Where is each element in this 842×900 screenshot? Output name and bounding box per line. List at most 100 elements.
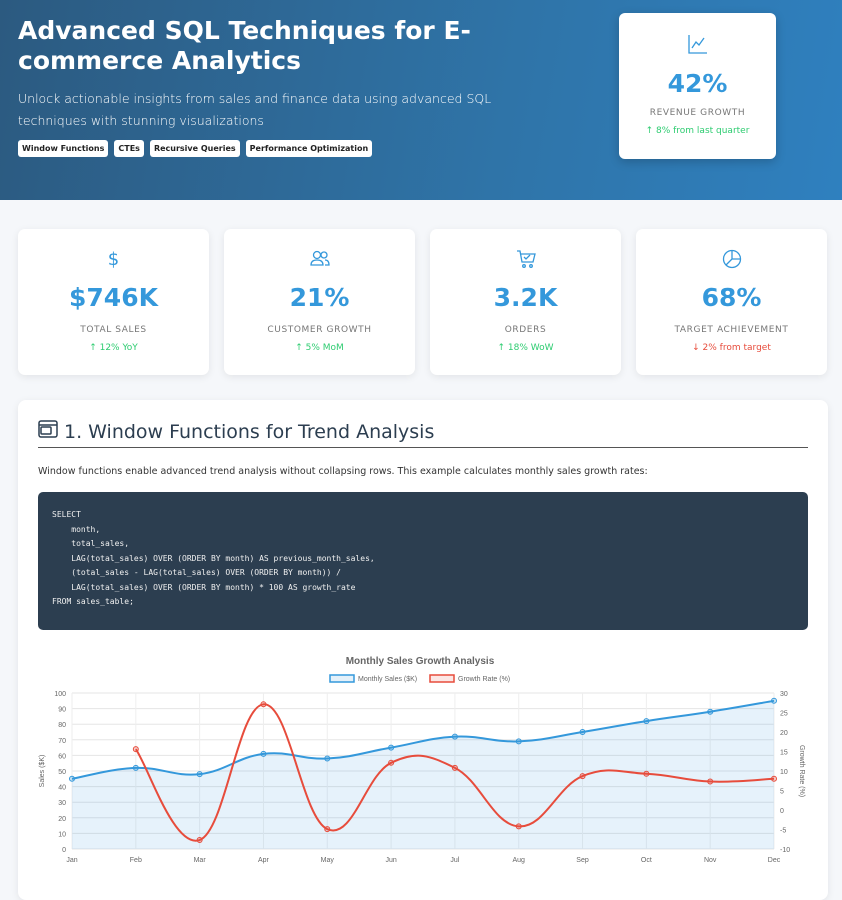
hero-subtitle: Unlock actionable insights from sales an… [18,91,492,128]
y-tick-label: 30 [58,800,66,807]
y2-tick-label: 30 [780,691,788,698]
data-point [707,778,714,785]
stat-delta: ↑ 12% YoY [89,343,138,353]
legend-swatch [329,674,355,683]
data-point [771,775,777,782]
tag-performance-optimization[interactable]: Performance Optimization [245,140,373,157]
x-tick-label: Jul [450,857,459,864]
y2-tick-label: 0 [780,808,784,815]
stat-delta: ↑ 5% MoM [295,343,344,353]
x-tick-label: May [321,857,335,864]
data-point [324,826,331,833]
stat-card-target-achievement: 68% TARGET ACHIEVEMENT ↓ 2% from target [636,229,827,375]
y2-tick-label: -5 [780,828,786,835]
data-point [515,738,522,745]
section-description: Window functions enable advanced trend a… [38,466,648,477]
users-icon [224,249,415,271]
y-axis-label: Sales ($K) [39,755,46,788]
y-tick-label: 70 [58,738,66,745]
y-tick-label: 50 [58,769,66,776]
y-tick-label: 90 [58,707,66,714]
y-tick-label: 40 [58,785,66,792]
data-point [451,764,458,771]
data-point [196,837,203,844]
y-tick-label: 10 [58,831,66,838]
stat-delta: ↓ 2% from target [692,343,771,353]
x-tick-label: Jan [66,857,77,864]
x-tick-label: Sep [576,857,589,864]
pie-chart-icon [636,249,827,271]
stat-card-customer-growth: 21% CUSTOMER GROWTH ↑ 5% MoM [224,229,415,375]
stat-value: 21% [289,283,350,312]
x-tick-label: Mar [194,857,207,864]
stat-label: ORDERS [504,325,547,335]
tag-window-functions[interactable]: Window Functions [18,140,109,157]
page-title: Advanced SQL Techniques for E-commerce A… [18,16,471,75]
x-tick-label: Dec [768,857,781,864]
y-tick-label: 60 [58,753,66,760]
y2-axis-label: Growth Rate (%) [798,745,805,797]
data-point [132,746,139,753]
sql-code-block: SELECT month, total_sales, LAG(total_sal… [38,492,808,630]
revenue-growth-value: 42% [667,69,728,98]
legend-label: Growth Rate (%) [458,676,510,683]
x-tick-label: Apr [258,857,270,864]
y2-tick-label: 20 [780,730,788,737]
data-point [196,771,203,778]
data-point [643,718,650,725]
legend-swatch [429,674,455,683]
cart-icon [430,249,621,271]
y2-tick-label: 15 [780,750,788,757]
stat-label: TARGET ACHIEVEMENT [674,325,789,335]
stat-value: $746K [69,283,158,312]
x-tick-label: Oct [641,857,652,864]
data-point [69,775,75,782]
data-point [388,744,395,751]
legend-label: Monthly Sales ($K) [358,676,417,683]
data-point [579,773,586,780]
stat-value: 68% [701,283,762,312]
x-tick-label: Jun [385,857,396,864]
stat-value: 3.2K [493,283,558,312]
data-point [643,770,650,777]
y-tick-label: 100 [54,691,66,698]
revenue-growth-card: 42% REVENUE GROWTH ↑ 8% from last quarte… [619,13,776,159]
revenue-growth-delta: ↑ 8% from last quarter [645,126,750,136]
data-point [132,764,139,771]
y-tick-label: 20 [58,816,66,823]
revenue-growth-label: REVENUE GROWTH [649,108,746,118]
y2-tick-label: 10 [780,769,788,776]
chart-title: Monthly Sales Growth Analysis [346,656,495,667]
stat-label: TOTAL SALES [80,325,147,335]
data-point [388,759,395,766]
data-point [771,697,777,704]
data-point [515,823,522,830]
y-tick-label: 80 [58,722,66,729]
stat-label: CUSTOMER GROWTH [267,325,372,335]
data-point [324,755,331,762]
y2-tick-label: -10 [780,847,790,854]
stat-delta: ↑ 18% WoW [497,343,554,353]
section-title: 1. Window Functions for Trend Analysis [64,420,435,443]
y2-tick-label: 25 [780,711,788,718]
x-tick-label: Aug [512,857,525,864]
data-point [579,729,586,735]
sales-growth-chart: Monthly Sales Growth Analysis01020304050… [39,656,805,864]
dollar-icon: $ [107,249,120,270]
stat-card-total-sales: $ $746K TOTAL SALES ↑ 12% YoY [18,229,209,375]
stat-card-orders: 3.2K ORDERS ↑ 18% WoW [430,229,621,375]
y2-tick-label: 5 [780,789,784,796]
x-tick-label: Feb [130,857,142,864]
tag-recursive-queries[interactable]: Recursive Queries [149,140,240,157]
window-icon [38,420,58,443]
line-chart-icon [619,33,776,59]
hero-banner: Advanced SQL Techniques for E-commerce A… [0,0,842,200]
data-point [707,708,714,715]
data-point [451,733,458,740]
x-tick-label: Nov [704,857,717,864]
data-point [260,701,267,708]
data-point [260,750,267,757]
tag-ctes[interactable]: CTEs [114,140,144,157]
y-tick-label: 0 [62,847,66,854]
window-functions-section: 1. Window Functions for Trend Analysis W… [18,400,828,900]
